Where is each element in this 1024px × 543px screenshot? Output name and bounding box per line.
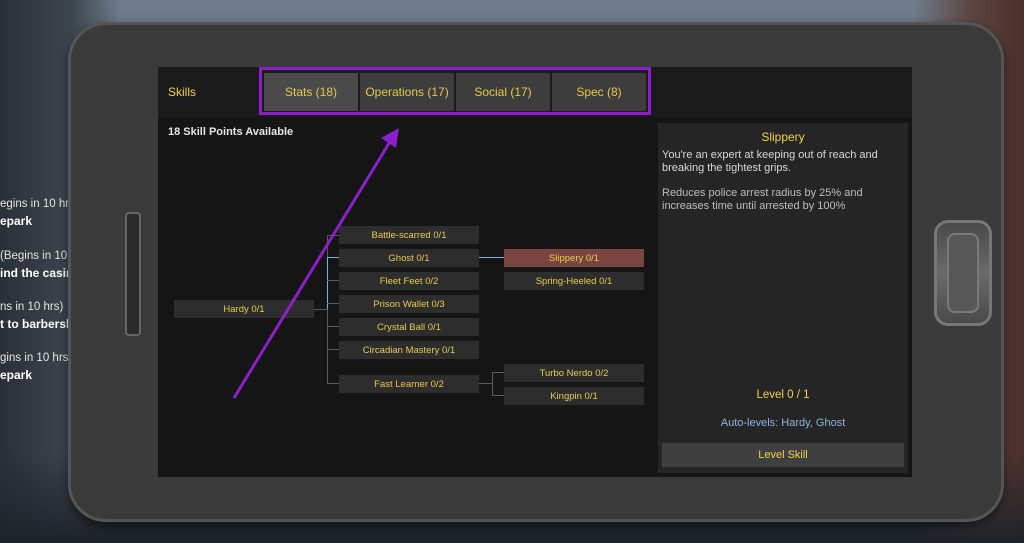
- skill-node-turbo-nerdo[interactable]: Turbo Nerdo 0/2: [504, 364, 644, 382]
- skill-node-ghost[interactable]: Ghost 0/1: [339, 249, 479, 267]
- quest-item: gins in 10 hrs) epark: [0, 352, 72, 382]
- tree-connector: [478, 383, 492, 384]
- quest-time: gins in 10 hrs): [0, 352, 73, 364]
- tree-connector: [327, 303, 339, 304]
- tree-connector: [327, 280, 339, 281]
- tree-connector: [327, 235, 339, 236]
- tree-connector-active: [478, 257, 504, 258]
- skill-detail-description: You're an expert at keeping out of reach…: [662, 149, 878, 174]
- skill-node-prison-wallet[interactable]: Prison Wallet 0/3: [339, 295, 479, 313]
- skill-node-battle-scarred[interactable]: Battle-scarred 0/1: [339, 226, 479, 244]
- tree-connector: [492, 372, 493, 395]
- tree-connector: [492, 395, 504, 396]
- skill-points-label: 18 Skill Points Available: [168, 126, 294, 138]
- level-skill-button[interactable]: Level Skill: [662, 443, 904, 467]
- skill-node-spring-heeled[interactable]: Spring-Heeled 0/1: [504, 272, 644, 290]
- quest-title: epark: [0, 214, 33, 228]
- tree-connector: [327, 349, 339, 350]
- tree-connector: [313, 309, 327, 310]
- tab-stats[interactable]: Stats (18): [264, 73, 358, 111]
- skills-header-label: Skills: [168, 85, 197, 99]
- quest-title: epark: [0, 368, 33, 382]
- skill-node-fleet-feet[interactable]: Fleet Feet 0/2: [339, 272, 479, 290]
- tab-social[interactable]: Social (17): [456, 73, 550, 111]
- skill-node-kingpin[interactable]: Kingpin 0/1: [504, 387, 644, 405]
- skill-node-crystal-ball[interactable]: Crystal Ball 0/1: [339, 318, 479, 336]
- skill-node-hardy[interactable]: Hardy 0/1: [174, 300, 314, 318]
- skill-node-circadian-mastery[interactable]: Circadian Mastery 0/1: [339, 341, 479, 359]
- phone-home-button[interactable]: [934, 220, 992, 326]
- skill-detail-effect: Reduces police arrest radius by 25% and …: [662, 187, 863, 212]
- skill-node-fast-learner[interactable]: Fast Learner 0/2: [339, 375, 479, 393]
- tree-connector: [492, 372, 504, 373]
- tree-connector-active: [327, 257, 339, 258]
- skill-level-label: Level 0 / 1: [756, 389, 810, 401]
- skill-detail-panel: Slippery You're an expert at keeping out…: [658, 123, 908, 473]
- quest-time: egins in 10 hrs): [0, 198, 79, 210]
- auto-levels-label: Auto-levels: Hardy, Ghost: [720, 417, 846, 429]
- skill-node-slippery[interactable]: Slippery 0/1: [504, 249, 644, 267]
- phone-side-button-left: [125, 212, 141, 336]
- tree-connector: [327, 326, 339, 327]
- quest-item: egins in 10 hrs) epark: [0, 198, 79, 228]
- skills-top-bar: Skills Stats (18) Operations (17) Social…: [158, 67, 912, 117]
- skill-detail-title: Slippery: [761, 130, 805, 144]
- skills-screen: Skills Stats (18) Operations (17) Social…: [158, 67, 912, 477]
- tab-operations[interactable]: Operations (17): [360, 73, 454, 111]
- tree-connector-active: [327, 257, 328, 309]
- tab-spec[interactable]: Spec (8): [552, 73, 646, 111]
- tree-connector: [327, 383, 339, 384]
